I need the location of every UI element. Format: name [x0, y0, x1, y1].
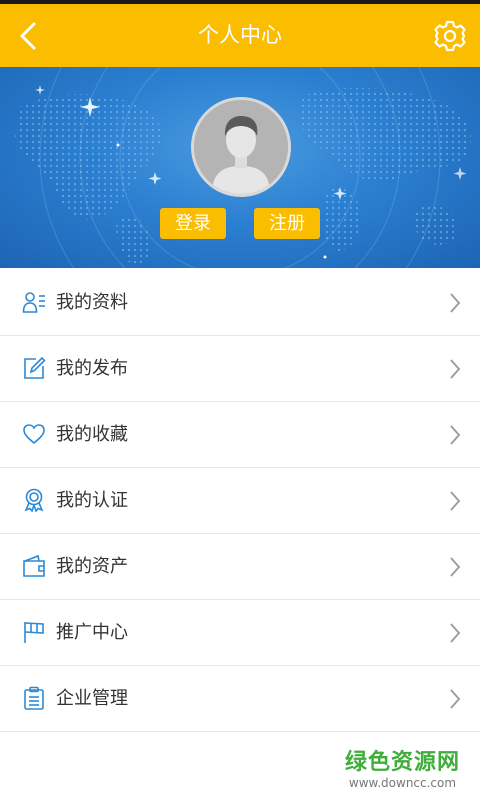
chevron-right-icon	[450, 557, 461, 577]
clipboard-icon	[24, 686, 44, 710]
watermark-url: www.downcc.com	[348, 776, 457, 790]
menu-item-my-favorites[interactable]: 我的收藏	[0, 402, 480, 468]
menu-item-my-certification[interactable]: 我的认证	[0, 468, 480, 534]
chevron-right-icon	[450, 623, 461, 643]
menu-item-promotion-center[interactable]: 推广中心	[0, 600, 480, 666]
settings-button[interactable]	[430, 16, 470, 56]
register-button[interactable]: 注册	[254, 208, 320, 239]
chevron-right-icon	[450, 491, 461, 511]
chevron-right-icon	[450, 425, 461, 445]
watermark-title: 绿色资源网	[344, 750, 460, 775]
avatar[interactable]	[191, 97, 291, 197]
menu-item-label: 我的资产	[56, 556, 128, 577]
menu-item-enterprise-management[interactable]: 企业管理	[0, 666, 480, 732]
menu-item-label: 我的资料	[56, 292, 128, 313]
menu-item-label: 我的发布	[56, 358, 128, 379]
menu-item-label: 我的收藏	[56, 424, 128, 445]
menu-item-label: 推广中心	[56, 622, 128, 643]
heart-icon	[23, 424, 45, 445]
wallet-icon	[23, 554, 45, 577]
badge-icon	[24, 488, 44, 512]
chevron-right-icon	[450, 359, 461, 379]
menu-item-my-assets[interactable]: 我的资产	[0, 534, 480, 600]
chevron-right-icon	[450, 689, 461, 709]
app-header: 个人中心	[0, 4, 480, 67]
menu-item-my-posts[interactable]: 我的发布	[0, 336, 480, 402]
menu-item-label: 我的认证	[56, 490, 128, 511]
profile-banner: 登录 注册	[0, 67, 480, 268]
watermark: 绿色资源网 www.downcc.com	[345, 744, 460, 790]
page-title: 个人中心	[198, 23, 282, 47]
chevron-right-icon	[450, 293, 461, 313]
login-button[interactable]: 登录	[160, 208, 226, 239]
default-avatar-icon	[194, 100, 288, 194]
flag-icon	[24, 622, 44, 643]
profile-icon	[22, 292, 45, 313]
edit-icon	[24, 356, 46, 379]
gear-icon	[434, 20, 466, 52]
menu-item-my-profile[interactable]: 我的资料	[0, 270, 480, 336]
menu-list: 我的资料 我的发布 我的收藏 我的认证 我的资产 推广中心 企业管理	[0, 270, 480, 732]
menu-item-label: 企业管理	[56, 688, 128, 709]
